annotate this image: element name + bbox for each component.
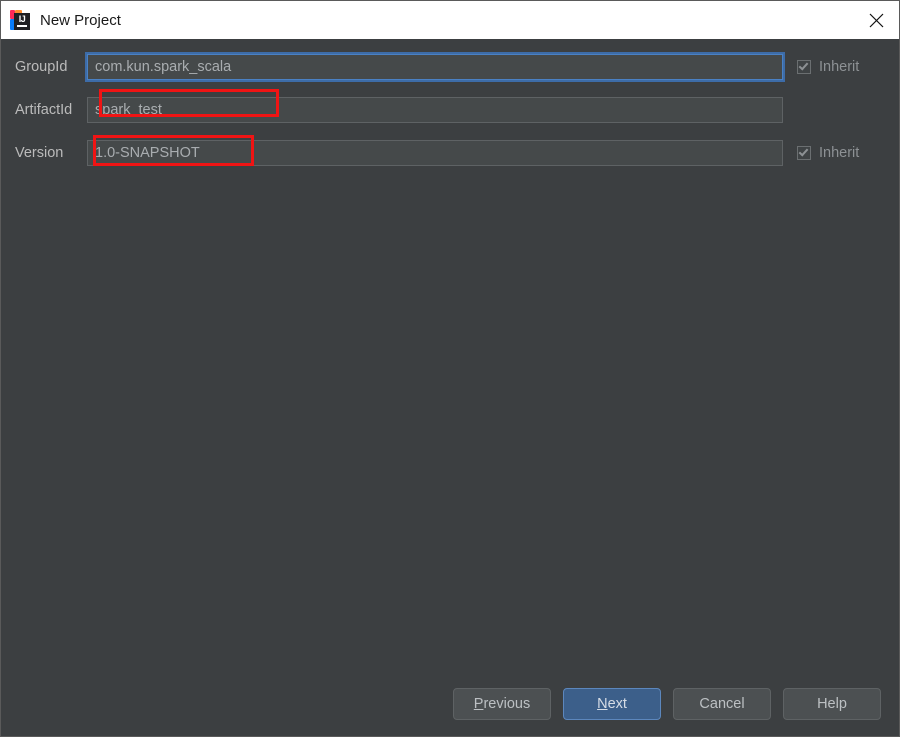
version-inherit-checkbox[interactable] (797, 146, 811, 160)
next-button[interactable]: Next (563, 688, 661, 720)
next-button-mnemonic: N (597, 696, 608, 712)
version-field-wrap (87, 140, 783, 166)
groupid-inherit-checkbox[interactable] (797, 60, 811, 74)
cancel-button[interactable]: Cancel (673, 688, 771, 720)
form-row-artifactid: ArtifactId (1, 96, 900, 124)
groupid-label: GroupId (15, 59, 68, 75)
check-icon (798, 146, 809, 157)
version-label: Version (15, 145, 64, 161)
groupid-inherit-group[interactable]: Inherit (797, 59, 859, 75)
previous-button[interactable]: Previous (453, 688, 551, 720)
form-row-version: Version Inherit (1, 139, 900, 167)
window-title: New Project (40, 11, 121, 29)
title-bar: IJ New Project (1, 1, 899, 39)
version-input[interactable] (87, 140, 783, 166)
new-project-dialog: IJ New Project GroupId Inherit (0, 0, 900, 737)
dialog-content: GroupId Inherit ArtifactId Version (1, 39, 899, 672)
form-row-groupid: GroupId Inherit (1, 53, 900, 81)
close-icon[interactable] (853, 1, 899, 39)
version-inherit-label: Inherit (819, 145, 860, 161)
artifactid-label: ArtifactId (15, 102, 73, 118)
artifactid-input[interactable] (87, 97, 783, 123)
groupid-field-wrap (87, 54, 783, 80)
artifactid-field-wrap (87, 97, 783, 123)
groupid-input[interactable] (87, 54, 783, 80)
groupid-inherit-label: Inherit (819, 59, 860, 75)
help-button[interactable]: Help (783, 688, 881, 720)
previous-button-mnemonic: P (473, 696, 484, 712)
previous-button-label: revious (483, 696, 531, 712)
version-inherit-group[interactable]: Inherit (797, 145, 859, 161)
intellij-idea-logo-icon: IJ (10, 10, 30, 30)
dialog-button-bar: Previous Next Cancel Help (1, 672, 899, 736)
next-button-label: ext (607, 696, 627, 712)
check-icon (798, 60, 809, 71)
